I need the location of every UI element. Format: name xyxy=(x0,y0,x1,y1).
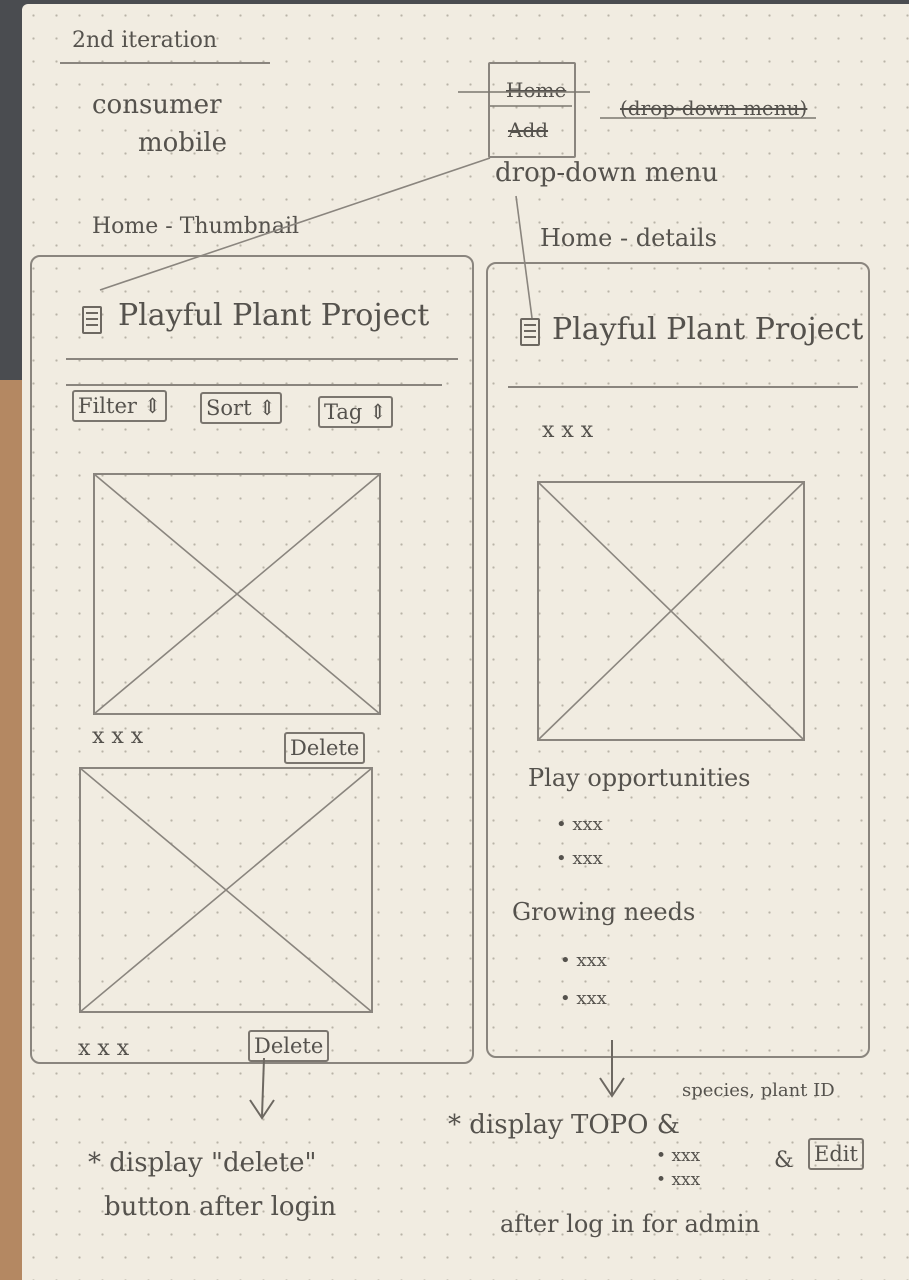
ampersand: & xyxy=(774,1148,794,1173)
right-note-line2: after log in for admin xyxy=(500,1210,761,1238)
right-note-line1: * display TOPO & xyxy=(448,1110,680,1140)
dropdown-connector-right xyxy=(515,195,533,319)
placeholder-image-icon xyxy=(93,473,381,715)
left-note-line1: * display "delete" xyxy=(88,1148,317,1178)
sub-item-2: • xxx xyxy=(656,1170,701,1190)
placeholder-image-icon xyxy=(537,481,805,741)
arrow-down-icon xyxy=(599,1040,625,1098)
bullet-icon: • xyxy=(656,1170,667,1190)
bullet-icon: • xyxy=(656,1146,667,1166)
arrow-down-icon xyxy=(249,1057,275,1120)
left-note-line2: button after login xyxy=(104,1192,337,1222)
placeholder-image-icon xyxy=(79,767,373,1013)
sub-item-1: • xxx xyxy=(656,1146,701,1166)
species-note: species, plant ID xyxy=(682,1080,835,1101)
dropdown-connector-left xyxy=(99,157,491,291)
edit-button[interactable]: Edit xyxy=(808,1138,864,1170)
